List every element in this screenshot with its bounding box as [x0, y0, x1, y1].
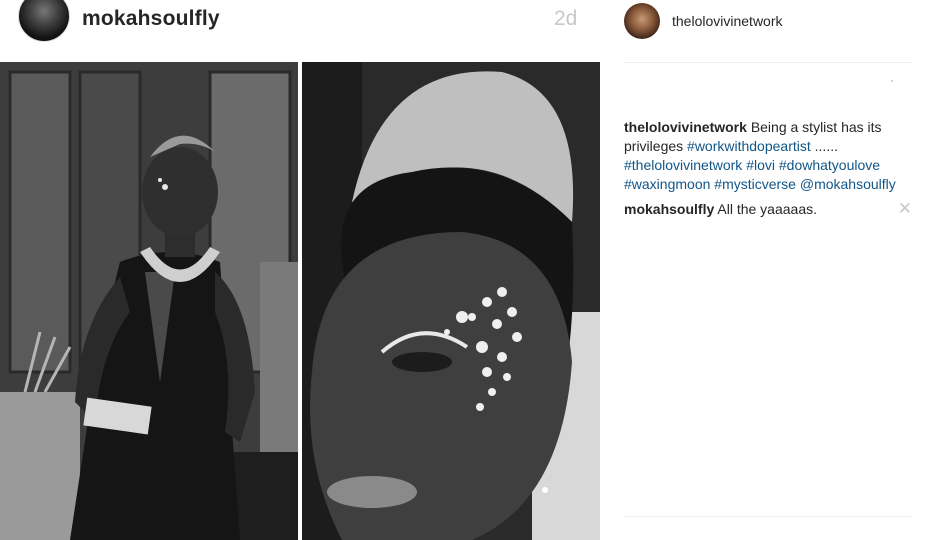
comment-item: mokahsoulfly All the yaaaaas. ✕	[624, 200, 914, 219]
owner-username[interactable]: thelolovivinetwork	[672, 13, 783, 29]
comment-text: All the yaaaaas.	[717, 201, 817, 217]
divider-top	[624, 62, 912, 63]
caption-ellipsis: ......	[814, 138, 838, 154]
poster-username[interactable]: mokahsoulfly	[82, 7, 220, 31]
owner-row: thelolovivinetwork	[622, 0, 912, 62]
poster-avatar[interactable]	[18, 0, 70, 42]
caption-username[interactable]: thelolovivinetwork	[624, 119, 747, 135]
portrait-closeup	[302, 62, 600, 540]
close-icon[interactable]: ✕	[898, 200, 912, 217]
mention-link[interactable]: @mokahsoulfly	[800, 176, 896, 192]
post-photo[interactable]	[0, 62, 600, 540]
hashtag-link[interactable]: #thelolovivinetwork	[624, 157, 742, 173]
comments-list: thelolovivinetwork Being a stylist has i…	[624, 118, 914, 225]
post-sidebar: thelolovivinetwork thelolovivinetwork Be…	[600, 0, 928, 540]
owner-avatar[interactable]	[624, 3, 660, 39]
hashtag-link[interactable]: #mysticverse	[714, 176, 796, 192]
portrait-full-body	[0, 62, 298, 540]
comment-username[interactable]: mokahsoulfly	[624, 201, 714, 217]
post-header: mokahsoulfly 2d	[0, 0, 600, 62]
dot-mark	[891, 80, 893, 82]
hashtag-link[interactable]: #waxingmoon	[624, 176, 710, 192]
hashtag-link[interactable]: #dowhatyoulove	[779, 157, 880, 173]
hashtag-link[interactable]: #workwithdopeartist	[687, 138, 811, 154]
post-timestamp: 2d	[554, 7, 578, 30]
photo-panel-right	[302, 62, 600, 540]
caption-comment: thelolovivinetwork Being a stylist has i…	[624, 118, 914, 194]
photo-panel-left	[0, 62, 298, 540]
hashtag-link[interactable]: #lovi	[746, 157, 775, 173]
divider-bottom	[624, 516, 912, 517]
